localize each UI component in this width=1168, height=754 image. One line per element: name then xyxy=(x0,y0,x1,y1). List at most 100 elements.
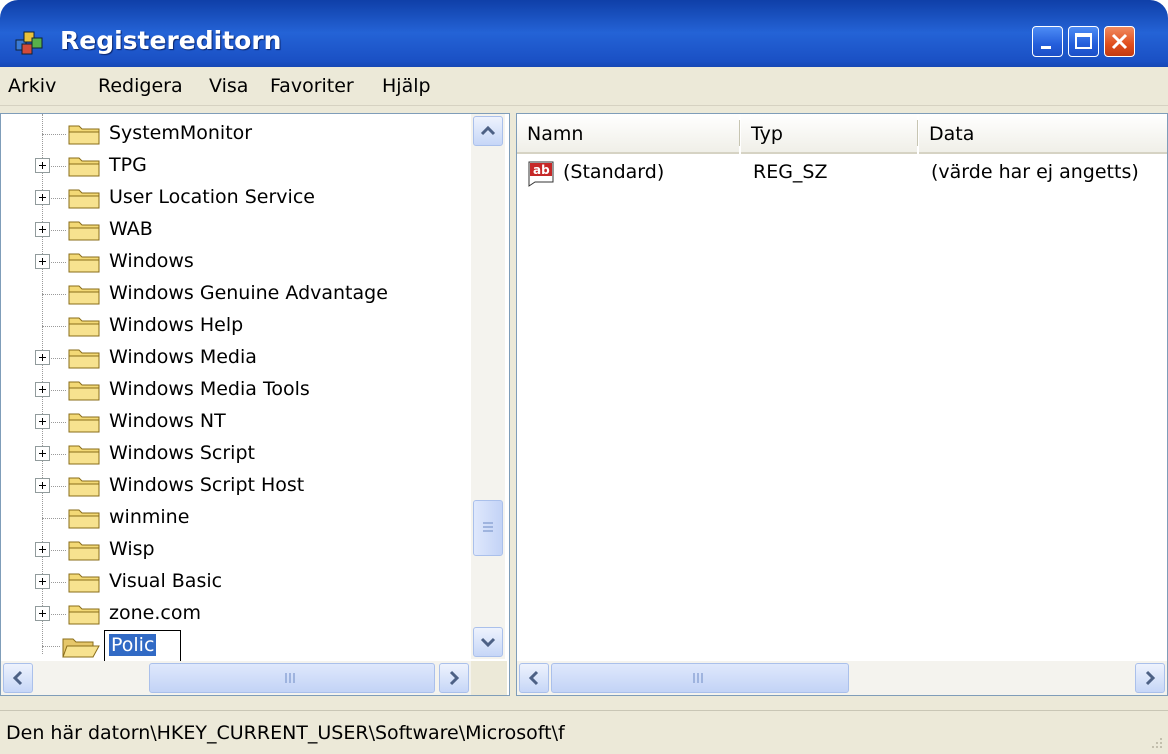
tree-item[interactable]: WAB xyxy=(1,214,471,246)
value-type: REG_SZ xyxy=(753,161,828,183)
reg-string-icon: ab xyxy=(528,161,554,187)
tree-item-label: User Location Service xyxy=(109,186,315,208)
horizontal-scroll-thumb[interactable] xyxy=(149,663,435,693)
tree-vertical-scrollbar[interactable] xyxy=(471,114,505,659)
tree-item[interactable]: Windows Help xyxy=(1,310,471,342)
tree-item-label: Windows Script Host xyxy=(109,474,305,496)
menu-hjalp[interactable]: Hjälp xyxy=(382,75,431,97)
svg-text:ab: ab xyxy=(533,163,550,177)
scroll-left-button[interactable] xyxy=(519,663,549,693)
tree-item[interactable]: Wisp xyxy=(1,534,471,566)
values-list-pane[interactable]: Namn Typ Data ab (Standard) REG_SZ (värd… xyxy=(516,113,1168,696)
folder-icon xyxy=(68,509,100,529)
menu-visa[interactable]: Visa xyxy=(209,75,248,97)
tree-item[interactable]: Windows NT xyxy=(1,406,471,438)
tree-item-label: Visual Basic xyxy=(109,570,223,592)
scroll-right-button[interactable] xyxy=(1135,663,1165,693)
grip-icon xyxy=(693,673,703,683)
chevron-right-icon xyxy=(449,670,460,686)
tree-guide-line xyxy=(42,646,60,647)
folder-icon xyxy=(68,253,100,273)
tree-item[interactable]: zone.com xyxy=(1,598,471,630)
column-header-data[interactable]: Data xyxy=(919,114,1167,154)
expand-icon[interactable] xyxy=(35,478,50,493)
column-header-label: Namn xyxy=(527,123,584,145)
value-data: (värde har ej angetts) xyxy=(931,161,1139,183)
resize-grip-icon[interactable] xyxy=(1148,734,1164,750)
folder-icon xyxy=(68,125,100,145)
folder-icon xyxy=(68,573,100,593)
folder-icon xyxy=(68,445,100,465)
expand-icon[interactable] xyxy=(35,446,50,461)
column-separator[interactable] xyxy=(917,120,918,146)
expand-icon[interactable] xyxy=(35,606,50,621)
tree-item-label: winmine xyxy=(109,506,190,528)
maximize-button[interactable] xyxy=(1068,26,1099,57)
list-horizontal-scrollbar[interactable] xyxy=(517,661,1167,695)
column-header-label: Data xyxy=(929,123,975,145)
window-title: Registereditorn xyxy=(60,26,282,55)
grip-icon xyxy=(285,673,295,683)
tree-item-label: Windows Media xyxy=(109,346,257,368)
expand-icon[interactable] xyxy=(35,222,50,237)
tree-item[interactable]: SystemMonitor xyxy=(1,118,471,150)
expand-icon[interactable] xyxy=(35,190,50,205)
expand-icon[interactable] xyxy=(35,574,50,589)
key-tree-pane[interactable]: SystemMonitor TPG User Location Service WAB… xyxy=(0,113,510,696)
scroll-left-button[interactable] xyxy=(3,663,33,693)
chevron-left-icon xyxy=(12,670,23,686)
expand-icon[interactable] xyxy=(35,350,50,365)
tree-item[interactable]: TPG xyxy=(1,150,471,182)
column-separator[interactable] xyxy=(739,120,740,146)
tree-item-label: zone.com xyxy=(109,602,201,624)
tree-item-label: SystemMonitor xyxy=(109,122,253,144)
tree-item[interactable]: User Location Service xyxy=(1,182,471,214)
tree-item[interactable]: Windows xyxy=(1,246,471,278)
menu-favoriter[interactable]: Favoriter xyxy=(270,75,354,97)
chevron-up-icon xyxy=(480,125,496,136)
tree-item[interactable]: Windows Media xyxy=(1,342,471,374)
expand-icon[interactable] xyxy=(35,254,50,269)
tree-item-label: Wisp xyxy=(109,538,155,560)
rename-input[interactable]: Polic xyxy=(104,630,181,663)
folder-icon xyxy=(68,541,100,561)
tree-item[interactable]: winmine xyxy=(1,502,471,534)
value-name: (Standard) xyxy=(563,161,665,183)
tree-item-label: Windows Media Tools xyxy=(109,378,310,400)
horizontal-scroll-thumb[interactable] xyxy=(551,663,849,693)
column-header-type[interactable]: Typ xyxy=(741,114,917,154)
tree-item[interactable]: Windows Genuine Advantage xyxy=(1,278,471,310)
main-content: SystemMonitor TPG User Location Service WAB… xyxy=(0,106,1168,710)
tree-horizontal-scrollbar[interactable] xyxy=(1,661,507,695)
column-header-name[interactable]: Namn xyxy=(517,114,739,154)
expand-icon[interactable] xyxy=(35,158,50,173)
folder-icon xyxy=(68,413,100,433)
folder-icon xyxy=(68,221,100,241)
folder-icon xyxy=(68,317,100,337)
scroll-down-button[interactable] xyxy=(473,627,503,657)
expand-icon[interactable] xyxy=(35,414,50,429)
minimize-button[interactable] xyxy=(1032,26,1063,57)
regedit-app-icon xyxy=(15,31,43,55)
tree-item-label: Windows Help xyxy=(109,314,244,336)
tree-item[interactable]: Visual Basic xyxy=(1,566,471,598)
status-path: Den här datorn\HKEY_CURRENT_USER\Softwar… xyxy=(6,722,565,744)
scroll-up-button[interactable] xyxy=(473,116,503,146)
scrollbar-corner xyxy=(471,661,507,695)
menu-redigera[interactable]: Redigera xyxy=(98,75,183,97)
vertical-scroll-thumb[interactable] xyxy=(473,500,503,556)
tree-item[interactable]: Windows Script Host xyxy=(1,470,471,502)
menu-arkiv[interactable]: Arkiv xyxy=(8,75,56,97)
grip-icon xyxy=(483,522,493,532)
maximize-icon xyxy=(1075,33,1092,49)
tree-item-label: WAB xyxy=(109,218,153,240)
close-button[interactable] xyxy=(1104,26,1135,57)
expand-icon[interactable] xyxy=(35,382,50,397)
expand-icon[interactable] xyxy=(35,542,50,557)
scroll-right-button[interactable] xyxy=(439,663,469,693)
tree-guide-line xyxy=(42,134,66,135)
tree-item-label: Windows Genuine Advantage xyxy=(109,282,388,304)
open-folder-icon xyxy=(62,638,100,658)
tree-item[interactable]: Windows Media Tools xyxy=(1,374,471,406)
tree-item[interactable]: Windows Script xyxy=(1,438,471,470)
